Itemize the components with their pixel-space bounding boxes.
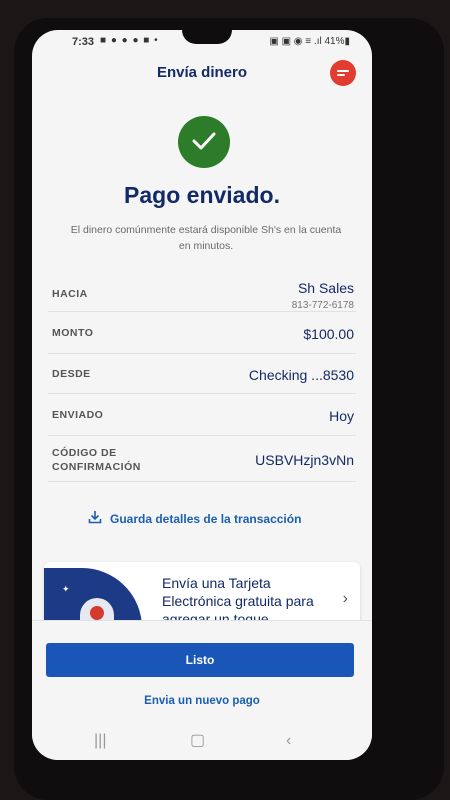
detail-value: Checking ...8530 (248, 367, 354, 383)
detail-value: Hoy (329, 408, 354, 424)
phone-screen: 7:33 ■ ● ● ● ■ • ▣ ▣ ◉ ≡ .ıl 41%▮ Envía … (32, 30, 372, 760)
detail-label: DESDE (52, 368, 91, 380)
sparkle-icon: ✦ (62, 584, 70, 594)
confirmation-title: Pago enviado. (124, 182, 280, 208)
page-title: Envía dinero (156, 64, 248, 81)
bottom-actions: Listo Envia un nuevo pago ||| ▢ ‹ (32, 620, 372, 760)
confirmation-subtitle: El dinero comúnmente estará disponible S… (70, 224, 342, 252)
detail-value: $100.00 (303, 326, 354, 342)
transaction-details: HACIA Sh Sales 813-772-6178 MONTO $100.0… (48, 272, 356, 482)
detail-row-sent: ENVIADO Hoy (48, 394, 356, 436)
camera-notch (182, 30, 232, 44)
system-status-icons: ▣ ▣ ◉ ≡ .ıl 41%▮ (269, 36, 350, 47)
save-details-label: Guarda detalles de la transacción (110, 511, 302, 526)
detail-row-to: HACIA Sh Sales 813-772-6178 (48, 272, 356, 312)
home-icon[interactable]: ▢ (190, 730, 205, 750)
notification-icons: ■ ● ● ● ■ • (100, 35, 159, 46)
detail-row-amount: MONTO $100.00 (48, 312, 356, 354)
detail-phone: 813-772-6178 (291, 300, 354, 311)
recent-apps-icon[interactable]: ||| (94, 732, 106, 750)
detail-label: CÓDIGO DE (52, 447, 117, 459)
done-button[interactable]: Listo (46, 643, 354, 677)
chevron-right-icon: › (342, 590, 348, 607)
detail-row-confirmation: CÓDIGO DE CONFIRMACIÓN USBVHzjn3vNn (48, 436, 356, 482)
success-check-icon (178, 116, 230, 168)
detail-label: HACIA (52, 288, 88, 300)
detail-label-line2: CONFIRMACIÓN (52, 461, 141, 473)
detail-row-from: DESDE Checking ...8530 (48, 354, 356, 394)
status-time: 7:33 (72, 36, 95, 48)
back-icon[interactable]: ‹ (286, 732, 291, 750)
download-icon (88, 510, 102, 527)
detail-value: USBVHzjn3vNn (255, 452, 354, 468)
detail-label: MONTO (52, 327, 94, 339)
new-payment-link[interactable]: Envia un nuevo pago (32, 695, 372, 707)
save-details-link[interactable]: Guarda detalles de la transacción (88, 510, 301, 527)
detail-label: ENVIADO (52, 409, 104, 421)
android-nav-bar: ||| ▢ ‹ (32, 724, 372, 760)
detail-value: Sh Sales (297, 280, 354, 296)
chat-button[interactable] (330, 60, 356, 86)
chat-icon (337, 68, 349, 78)
